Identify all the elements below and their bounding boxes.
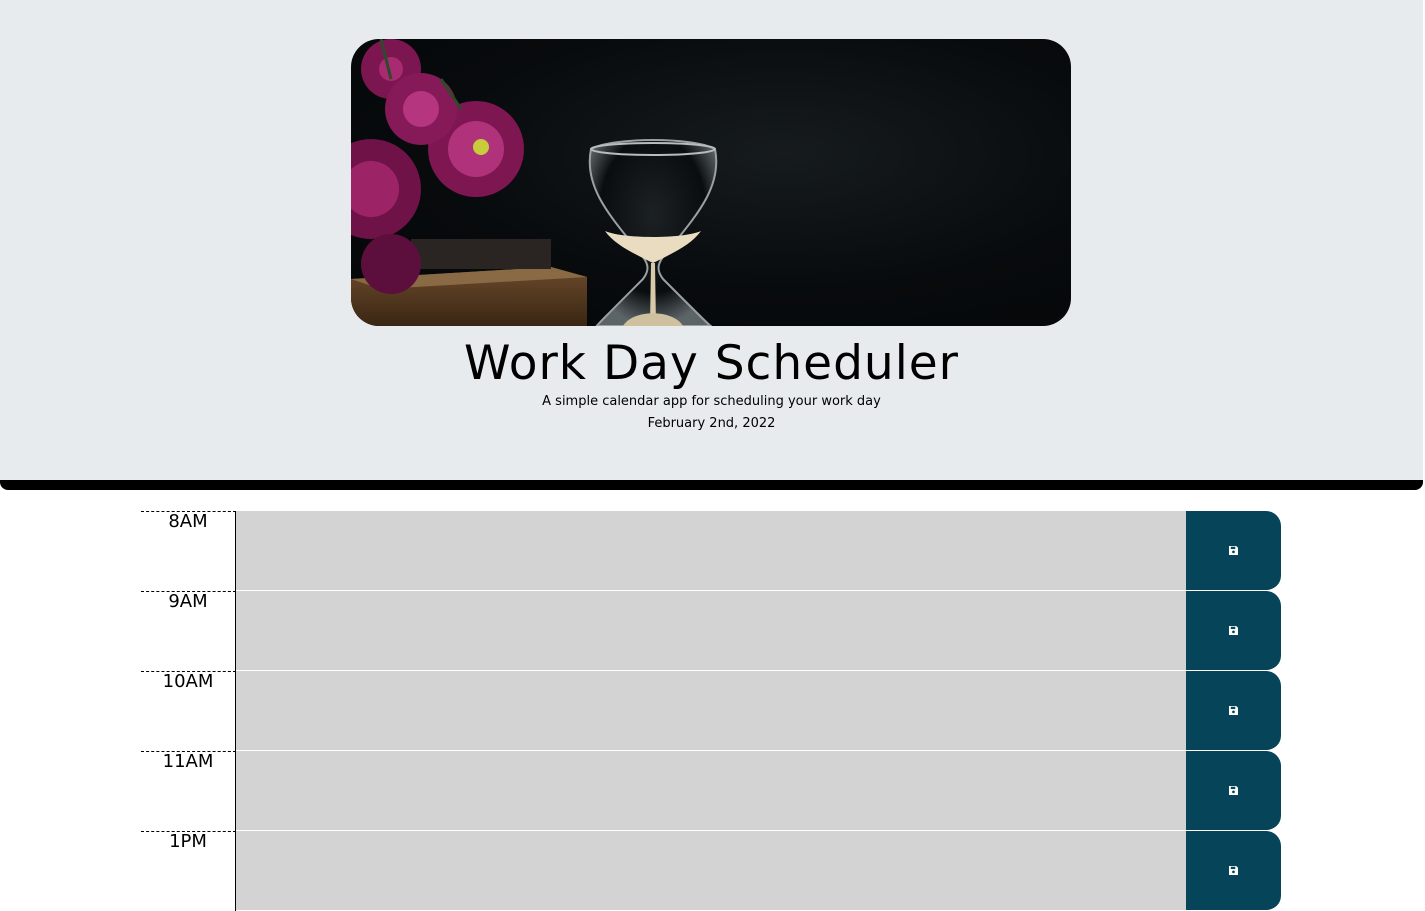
current-day: February 2nd, 2022 (647, 416, 776, 431)
save-button[interactable] (1186, 671, 1281, 751)
floppy-disk-icon (1229, 786, 1238, 795)
floppy-disk-icon (1229, 546, 1238, 555)
hour-label: 8AM (141, 511, 236, 591)
hero-image (351, 39, 1071, 326)
event-description-input[interactable] (236, 671, 1186, 751)
save-button[interactable] (1186, 511, 1281, 591)
time-block-row: 1PM (141, 831, 1281, 911)
time-block-row: 10AM (141, 671, 1281, 751)
floppy-disk-icon (1229, 866, 1238, 875)
save-button[interactable] (1186, 831, 1281, 911)
time-block-row: 9AM (141, 591, 1281, 671)
time-block-row: 8AM (141, 511, 1281, 591)
floppy-disk-icon (1229, 706, 1238, 715)
page-subtitle: A simple calendar app for scheduling you… (542, 394, 881, 409)
event-description-input[interactable] (236, 591, 1186, 671)
save-button[interactable] (1186, 751, 1281, 831)
hour-label: 10AM (141, 671, 236, 751)
hour-label: 1PM (141, 831, 236, 911)
planner: 8AM 9AM 10AM 11AM 1PM (141, 511, 1281, 911)
save-button[interactable] (1186, 591, 1281, 671)
page-title: Work Day Scheduler (464, 336, 959, 391)
event-description-input[interactable] (236, 511, 1186, 591)
event-description-input[interactable] (236, 831, 1186, 911)
header: Work Day Scheduler A simple calendar app… (0, 0, 1423, 490)
event-description-input[interactable] (236, 751, 1186, 831)
hour-label: 9AM (141, 591, 236, 671)
floppy-disk-icon (1229, 626, 1238, 635)
time-block-row: 11AM (141, 751, 1281, 831)
hour-label: 11AM (141, 751, 236, 831)
